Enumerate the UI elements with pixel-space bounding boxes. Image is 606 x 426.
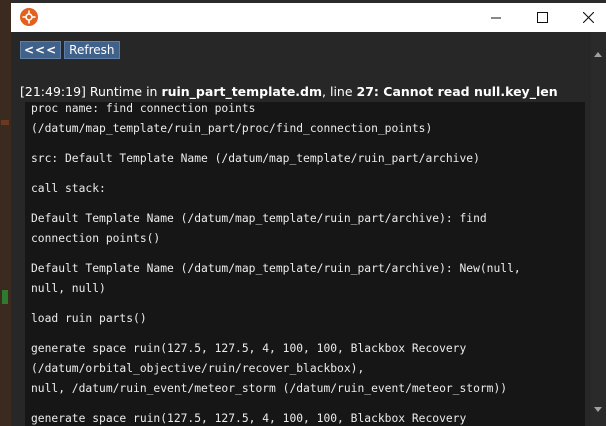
trace-line: (/datum/orbital_objective/ruin/recover_b… bbox=[31, 362, 365, 375]
scroll-up-icon[interactable] bbox=[594, 52, 602, 57]
scroll-down-icon[interactable] bbox=[594, 407, 602, 412]
minimize-button[interactable] bbox=[473, 3, 519, 32]
close-button[interactable] bbox=[565, 3, 606, 32]
app-icon bbox=[20, 8, 38, 26]
trace-line: null, null) bbox=[31, 282, 106, 295]
error-content: <<< Refresh [21:49:19] Runtime in ruin_p… bbox=[11, 32, 591, 426]
trace-line: generate space ruin(127.5, 127.5, 4, 100… bbox=[31, 342, 467, 355]
trace-line: call stack: bbox=[31, 182, 106, 195]
trace-line: null, /datum/ruin_event/meteor_storm (/d… bbox=[31, 382, 508, 395]
trace-line: load ruin parts() bbox=[31, 312, 147, 325]
error-message: : Cannot read null.key_len bbox=[373, 84, 558, 99]
error-browser-window: <<< Refresh [21:49:19] Runtime in ruin_p… bbox=[11, 3, 606, 426]
minimize-icon bbox=[491, 17, 501, 18]
error-heading: [21:49:19] Runtime in ruin_part_template… bbox=[20, 84, 590, 100]
trace-line: src: Default Template Name (/datum/map_t… bbox=[31, 152, 480, 165]
trace-line: connection points() bbox=[31, 232, 161, 245]
trace-line: proc name: find connection points bbox=[31, 102, 256, 115]
maximize-icon bbox=[536, 12, 548, 23]
background-detail bbox=[1, 120, 9, 125]
error-line-prefix: , line bbox=[322, 84, 357, 99]
background-detail bbox=[2, 290, 8, 304]
title-bar[interactable] bbox=[11, 3, 606, 32]
trace-line: (/datum/map_template/ruin_part/proc/find… bbox=[31, 122, 433, 135]
error-runtime-prefix: Runtime in bbox=[85, 84, 162, 99]
refresh-button[interactable]: Refresh bbox=[64, 41, 120, 59]
trace-line: Default Template Name (/datum/map_templa… bbox=[31, 212, 487, 225]
maximize-button[interactable] bbox=[519, 3, 565, 32]
vertical-scrollbar[interactable] bbox=[591, 32, 606, 426]
error-line-number: 27 bbox=[356, 84, 374, 99]
error-file: ruin_part_template.dm bbox=[161, 84, 323, 99]
stack-trace-panel: proc name: find connection points (/datu… bbox=[25, 102, 585, 426]
toolbar: <<< Refresh bbox=[20, 41, 120, 59]
back-button[interactable]: <<< bbox=[20, 41, 62, 59]
trace-line: Default Template Name (/datum/map_templa… bbox=[31, 262, 521, 275]
error-timestamp: [21:49:19] bbox=[20, 84, 86, 99]
close-icon bbox=[582, 12, 594, 23]
background-game-view bbox=[0, 0, 11, 426]
trace-line: generate space ruin(127.5, 127.5, 4, 100… bbox=[31, 412, 467, 425]
